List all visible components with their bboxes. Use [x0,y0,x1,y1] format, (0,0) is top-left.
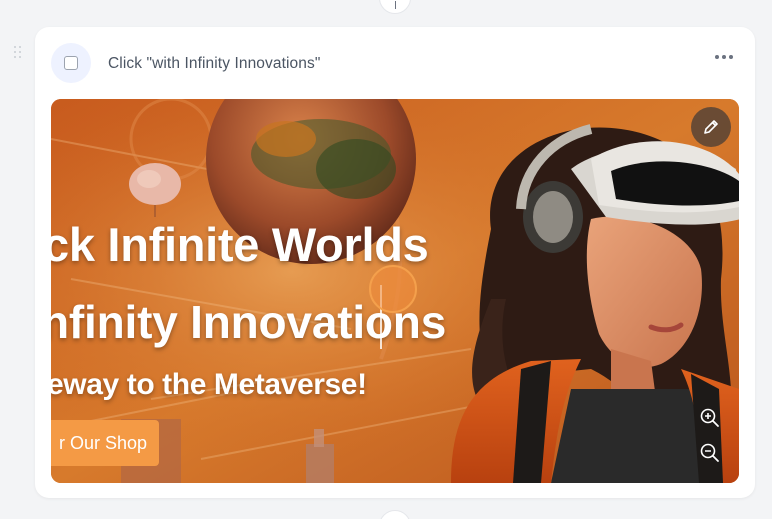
shop-cta-button[interactable]: r Our Shop [51,420,159,466]
plus-icon [395,1,396,9]
zoom-out-button[interactable] [699,442,721,464]
banner-headline-3: eway to the Metaverse! [51,368,367,401]
edit-screenshot-button[interactable] [691,107,731,147]
drag-handle-icon[interactable] [14,46,24,60]
add-step-button-top[interactable] [379,0,411,14]
banner-headline-1: ck Infinite Worlds [51,218,429,271]
click-indicator [369,265,417,313]
add-step-button-bottom[interactable] [379,510,411,519]
step-screenshot: ck Infinite Worlds nfinity Innovations e… [51,99,739,483]
click-target-icon [51,43,91,83]
pencil-icon [704,120,718,134]
zoom-in-icon [700,408,719,427]
step-card: Click "with Infinity Innovations" ck Inf… [35,27,755,498]
workflow-page: Click "with Infinity Innovations" ck Inf… [0,0,772,519]
zoom-out-icon [700,443,719,462]
more-options-button[interactable] [713,49,737,65]
step-title[interactable]: Click "with Infinity Innovations" [108,55,320,73]
zoom-in-button[interactable] [699,407,721,429]
